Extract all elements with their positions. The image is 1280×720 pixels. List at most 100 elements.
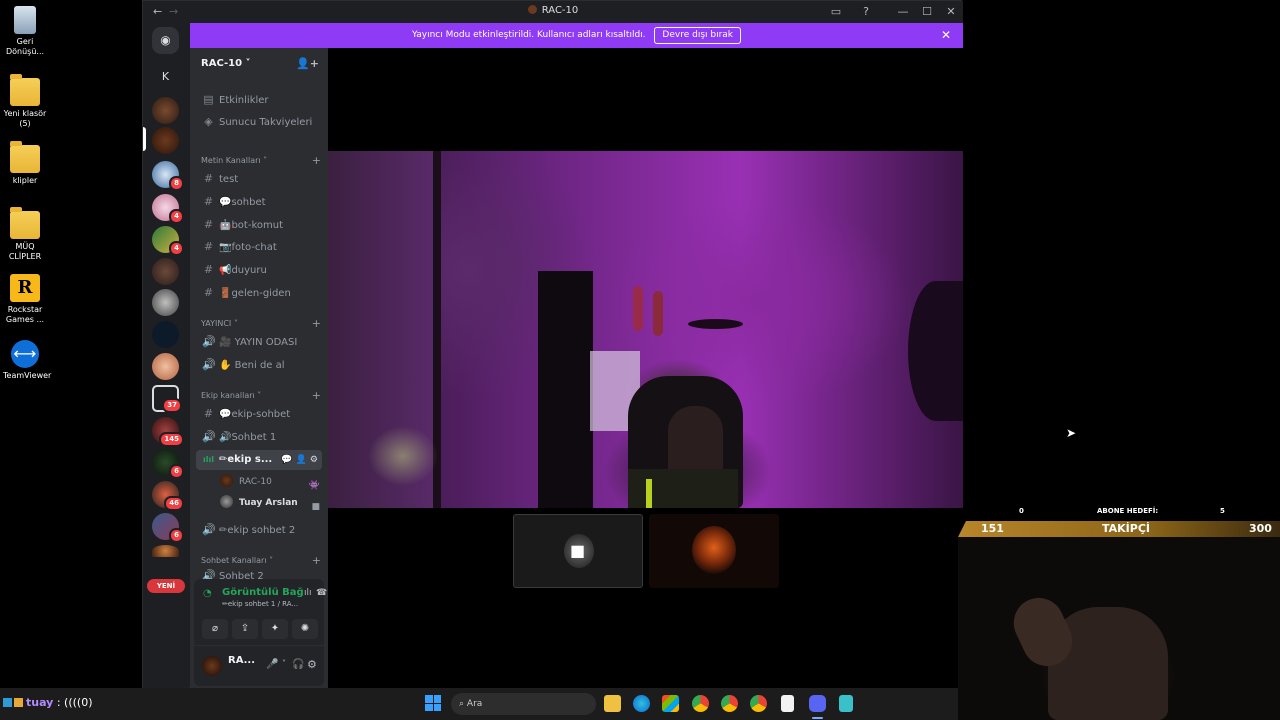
inbox-icon[interactable]: ▭ bbox=[829, 5, 843, 18]
server-icon[interactable]: 6 bbox=[152, 449, 184, 479]
user-panel: RA... 🎤 ˅ 🎧 ⚙ bbox=[194, 646, 324, 686]
help-icon[interactable]: ? bbox=[859, 5, 873, 18]
invite-people-icon[interactable]: 👤+ bbox=[296, 57, 319, 70]
voice-channel-ekip-sohbet-2[interactable]: 🔊 ✏ekip sohbet 2 bbox=[196, 520, 322, 540]
voice-user-tuay-arslan[interactable]: Tuay Arslan ■ bbox=[220, 493, 320, 513]
current-user-name[interactable]: RA... bbox=[228, 655, 255, 666]
events-item[interactable]: ▤ Etkinlikler bbox=[196, 90, 322, 110]
disconnect-icon[interactable]: ☎ bbox=[316, 588, 327, 598]
chat-text: : ((((0) bbox=[53, 696, 93, 709]
channel-gelen-giden[interactable]: # 🚪gelen-giden bbox=[196, 283, 322, 303]
speaker-icon: 🔊 bbox=[202, 523, 216, 536]
server-icon[interactable]: 4 bbox=[152, 226, 184, 256]
file-explorer-icon[interactable] bbox=[604, 695, 621, 712]
close-button[interactable]: ✕ bbox=[944, 5, 958, 18]
server-icon[interactable]: 37 bbox=[152, 385, 182, 413]
channel-sohbet[interactable]: # 💬sohbet bbox=[196, 192, 322, 212]
share-screen-button[interactable]: ⇪ bbox=[232, 619, 258, 639]
server-icon[interactable]: 4 bbox=[152, 194, 184, 224]
title-bar: ← → RAC-10 ▭ ? — ☐ ✕ bbox=[143, 1, 963, 23]
server-boosts-item[interactable]: ◈ Sunucu Takviyeleri bbox=[196, 112, 322, 132]
folder-icon[interactable]: klipler bbox=[3, 141, 47, 186]
discord-home-icon[interactable]: ◉ bbox=[152, 27, 179, 54]
chrome-icon[interactable] bbox=[750, 695, 767, 712]
notepad-icon[interactable] bbox=[839, 695, 853, 712]
voice-channel-beni-de-al[interactable]: 🔊 ✋ Beni de al bbox=[196, 355, 322, 375]
channel-label: test bbox=[219, 174, 239, 185]
server-icon[interactable]: 6 bbox=[152, 513, 184, 543]
discord-taskbar-icon[interactable] bbox=[809, 695, 826, 712]
participant-tile[interactable] bbox=[649, 514, 779, 588]
category-label: YAYINCI ˅ bbox=[201, 319, 238, 328]
server-icon[interactable] bbox=[152, 289, 179, 316]
noise-suppression-icon[interactable]: ılı bbox=[304, 588, 312, 598]
edge-browser-icon[interactable] bbox=[633, 695, 650, 712]
main-video-stream[interactable] bbox=[328, 151, 963, 508]
voice-channel-yayin-odasi[interactable]: 🔊 🎥 YAYIN ODASI bbox=[196, 332, 322, 352]
microsoft-store-icon[interactable] bbox=[662, 695, 679, 712]
voice-status-text[interactable]: Görüntülü Bağlantı bbox=[222, 587, 304, 598]
chrome-icon[interactable] bbox=[721, 695, 738, 712]
participant-tile-camera-off[interactable]: ■ bbox=[513, 514, 643, 588]
add-channel-icon[interactable]: + bbox=[312, 390, 321, 402]
server-icon[interactable] bbox=[152, 258, 179, 285]
minimize-button[interactable]: — bbox=[896, 5, 910, 18]
headset-icon[interactable]: 🎧 bbox=[292, 659, 304, 670]
activities-button[interactable]: ✦ bbox=[262, 619, 288, 639]
server-icon[interactable] bbox=[152, 97, 179, 124]
folder-glyph bbox=[10, 74, 40, 106]
webcam-overlay bbox=[958, 537, 1280, 720]
category-text-channels[interactable]: Metin Kanalları ˅ + bbox=[201, 155, 321, 167]
lamp-light bbox=[368, 426, 438, 486]
folder-icon[interactable]: Yeni klasör (5) bbox=[3, 74, 47, 129]
voice-user-rac10[interactable]: RAC-10 👾 bbox=[220, 472, 320, 492]
channel-action-icons[interactable]: 💬 👤 ⚙ bbox=[281, 450, 318, 470]
server-icon[interactable]: 8 bbox=[152, 161, 184, 191]
channel-test[interactable]: # test bbox=[196, 169, 322, 189]
windows-start-icon[interactable] bbox=[425, 695, 441, 711]
rockstar-games-icon[interactable]: R Rockstar Games ... bbox=[3, 274, 47, 325]
taskbar-search-box[interactable]: ⌕ Ara bbox=[451, 693, 596, 715]
add-channel-icon[interactable]: + bbox=[312, 318, 321, 330]
chevron-down-icon[interactable]: ˅ bbox=[282, 659, 286, 668]
server-icon[interactable]: 46 bbox=[152, 481, 184, 511]
channel-ekip-sohbet[interactable]: # 💬ekip-sohbet bbox=[196, 404, 322, 424]
channel-bot-komut[interactable]: # 🤖bot-komut bbox=[196, 215, 322, 235]
new-unreads-pill[interactable]: YENİ bbox=[147, 579, 185, 593]
discord-window: ← → RAC-10 ▭ ? — ☐ ✕ Yayıncı Modu etkinl… bbox=[142, 0, 963, 689]
microphone-icon[interactable]: 🎤 bbox=[266, 659, 278, 670]
recycle-bin-icon[interactable]: Geri Dönüşü... bbox=[3, 6, 47, 57]
server-icon[interactable]: 145 bbox=[152, 417, 184, 447]
server-icon[interactable] bbox=[152, 545, 179, 557]
channel-label: 🔊Sohbet 1 bbox=[219, 432, 277, 443]
voice-channel-sohbet-1[interactable]: 🔊 🔊Sohbet 1 bbox=[196, 427, 322, 447]
voice-channel-sohbet-2[interactable]: 🔊 Sohbet 2 bbox=[196, 569, 322, 579]
server-header[interactable]: RAC-10 ˅ 👤+ bbox=[190, 48, 328, 80]
voice-channel-ekip-sohbet-1-active[interactable]: ılıl ✏ekip s... 💬 👤 ⚙ bbox=[196, 450, 322, 470]
voice-channel-subtitle[interactable]: ✏ekip sohbet 1 / RA... bbox=[222, 600, 312, 608]
channel-foto-chat[interactable]: # 📷foto-chat bbox=[196, 237, 322, 257]
server-icon-k[interactable]: K bbox=[152, 63, 179, 90]
channel-duyuru[interactable]: # 📢duyuru bbox=[196, 260, 322, 280]
channel-label: 🚪gelen-giden bbox=[219, 288, 291, 299]
avatar[interactable] bbox=[202, 656, 222, 676]
settings-gear-icon[interactable]: ⚙ bbox=[307, 658, 317, 671]
soundboard-button[interactable]: ✺ bbox=[292, 619, 318, 639]
teamviewer-icon[interactable]: TeamViewer bbox=[3, 340, 51, 381]
add-channel-icon[interactable]: + bbox=[312, 555, 321, 567]
category-streamer[interactable]: YAYINCI ˅ + bbox=[201, 318, 321, 330]
camera-toggle-button[interactable]: ⌀ bbox=[202, 619, 228, 639]
server-icon[interactable] bbox=[152, 353, 179, 380]
banner-close-icon[interactable]: ✕ bbox=[941, 23, 951, 48]
server-icon-rac10[interactable] bbox=[152, 127, 179, 154]
maximize-button[interactable]: ☐ bbox=[920, 5, 934, 18]
signal-icon[interactable]: ◔ bbox=[203, 588, 212, 599]
document-icon[interactable] bbox=[781, 695, 794, 712]
disable-streamer-mode-button[interactable]: Devre dışı bırak bbox=[654, 27, 742, 44]
category-team-channels[interactable]: Ekip kanalları ˅ + bbox=[201, 390, 321, 402]
folder-icon[interactable]: MÜQ CLİPLER bbox=[3, 207, 47, 262]
server-icon[interactable] bbox=[152, 321, 179, 348]
category-chat-channels[interactable]: Sohbet Kanalları ˅ + bbox=[201, 555, 321, 567]
add-channel-icon[interactable]: + bbox=[312, 155, 321, 167]
chrome-icon[interactable] bbox=[692, 695, 709, 712]
